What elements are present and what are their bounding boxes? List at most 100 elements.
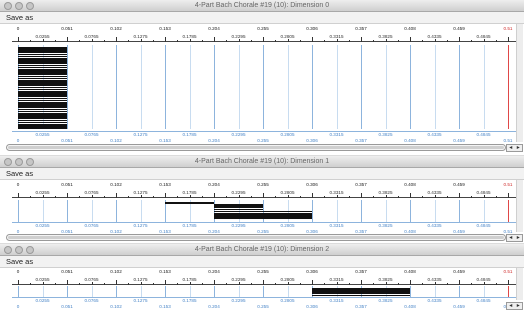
scroll-thumb[interactable] xyxy=(8,146,504,149)
bottom-minor-label: 0.2805 xyxy=(280,223,295,228)
end-marker-line xyxy=(508,45,509,129)
major-tick-label: 0.255 xyxy=(257,182,269,187)
grid-line xyxy=(116,45,117,129)
fine-tick xyxy=(91,283,93,285)
fine-tick xyxy=(471,40,473,42)
fine-tick xyxy=(287,196,289,198)
grid-line-minor xyxy=(91,286,93,297)
fine-tick xyxy=(459,196,460,198)
major-tick-label: 0.255 xyxy=(257,26,269,31)
grid-line-minor xyxy=(287,286,289,297)
major-tick-label: 0.153 xyxy=(159,269,171,274)
fine-tick xyxy=(410,40,411,42)
plot-area xyxy=(12,200,516,222)
horizontal-scrollbar[interactable] xyxy=(6,234,506,241)
window-title: 4-Part Bach Chorale #19 (10): Dimension … xyxy=(194,2,330,9)
bottom-major-label: 0.153 xyxy=(159,304,171,309)
bottom-major-label: 0.204 xyxy=(208,304,220,309)
bottom-minor-label: 0.1785 xyxy=(182,298,197,303)
window-title: 4-Part Bach Chorale #19 (10): Dimension … xyxy=(194,158,330,165)
fine-tick xyxy=(42,283,44,285)
fine-tick xyxy=(250,40,252,42)
horizontal-scrollbar[interactable] xyxy=(6,144,506,151)
title-bar[interactable]: 4-Part Bach Chorale #19 (10): Dimension … xyxy=(0,156,524,168)
fine-tick xyxy=(152,283,154,285)
fine-tick xyxy=(54,40,56,42)
bottom-minor-label: 0.2805 xyxy=(280,132,295,137)
major-tick-label: 0.204 xyxy=(208,26,220,31)
fine-tick xyxy=(299,40,301,42)
fine-tick xyxy=(103,283,105,285)
fine-tick xyxy=(459,40,460,42)
major-tick-label: 0.408 xyxy=(404,26,416,31)
fine-tick xyxy=(434,40,436,42)
fine-tick xyxy=(103,40,105,42)
note-bar xyxy=(18,128,67,129)
grid-line xyxy=(410,200,411,222)
bottom-minor-label: 0.2805 xyxy=(280,298,295,303)
fine-tick xyxy=(312,283,313,285)
grid-line xyxy=(459,45,460,129)
fine-tick xyxy=(373,40,375,42)
major-tick-label: 0.459 xyxy=(453,182,465,187)
fine-tick xyxy=(446,40,448,42)
fine-tick xyxy=(299,283,301,285)
fine-tick xyxy=(336,196,338,198)
grid-line xyxy=(67,200,68,222)
title-bar[interactable]: 4-Part Bach Chorale #19 (10): Dimension … xyxy=(0,244,524,256)
title-bar[interactable]: 4-Part Bach Chorale #19 (10): Dimension … xyxy=(0,0,524,12)
fine-tick xyxy=(250,283,252,285)
vertical-scrollbar[interactable] xyxy=(516,180,523,232)
fine-tick xyxy=(446,283,448,285)
fine-tick xyxy=(226,40,228,42)
fine-tick xyxy=(410,283,411,285)
fine-tick xyxy=(495,40,497,42)
vertical-scrollbar[interactable] xyxy=(516,24,523,142)
fine-tick xyxy=(508,196,509,198)
major-tick-label: 0.357 xyxy=(355,26,367,31)
scroll-left-arrow-icon[interactable]: ◂ xyxy=(507,235,515,241)
fine-tick xyxy=(495,283,497,285)
major-tick-label: 0.051 xyxy=(61,26,73,31)
window-dimension-2: 4-Part Bach Chorale #19 (10): Dimension … xyxy=(0,244,524,311)
window-dimension-0: 4-Part Bach Chorale #19 (10): Dimension … xyxy=(0,0,524,155)
fine-tick xyxy=(214,283,215,285)
fine-tick xyxy=(508,283,509,285)
fine-tick xyxy=(483,196,485,198)
scroll-right-arrow-icon[interactable]: ▸ xyxy=(515,303,523,309)
save-as-button[interactable]: Save as xyxy=(6,169,33,179)
bottom-major-label: 0 xyxy=(16,304,20,309)
scroll-left-arrow-icon[interactable]: ◂ xyxy=(507,145,515,151)
major-tick-label: 0.051 xyxy=(61,269,73,274)
vertical-scrollbar[interactable] xyxy=(516,268,523,300)
fine-tick xyxy=(201,40,203,42)
fine-tick xyxy=(446,196,448,198)
save-as-button[interactable]: Save as xyxy=(6,257,33,267)
bottom-minor-label: 0.0255 xyxy=(35,132,50,137)
scroll-left-arrow-icon[interactable]: ◂ xyxy=(507,303,515,309)
major-tick-label: 0.051 xyxy=(61,182,73,187)
bottom-minor-label: 0.3315 xyxy=(329,132,344,137)
grid-line-minor xyxy=(91,200,93,222)
major-tick-label: 0.357 xyxy=(355,269,367,274)
fine-tick xyxy=(67,283,68,285)
ruler-baseline xyxy=(12,284,516,285)
bottom-minor-label: 0.3315 xyxy=(329,298,344,303)
save-as-button[interactable]: Save as xyxy=(6,13,33,23)
scroll-right-arrow-icon[interactable]: ▸ xyxy=(515,235,523,241)
fine-tick xyxy=(116,40,117,42)
bottom-minor-label: 0.3825 xyxy=(378,223,393,228)
fine-tick xyxy=(348,283,350,285)
scroll-thumb[interactable] xyxy=(8,236,504,239)
fine-tick xyxy=(397,196,399,198)
grid-line-minor xyxy=(140,200,142,222)
fine-tick xyxy=(18,40,19,42)
fine-tick xyxy=(508,40,509,42)
fine-tick xyxy=(361,283,362,285)
bottom-minor-label: 0.0255 xyxy=(35,223,50,228)
grid-line xyxy=(312,45,313,129)
grid-line-minor xyxy=(434,200,436,222)
grid-line xyxy=(410,286,411,297)
fine-tick xyxy=(495,196,497,198)
scroll-right-arrow-icon[interactable]: ▸ xyxy=(515,145,523,151)
